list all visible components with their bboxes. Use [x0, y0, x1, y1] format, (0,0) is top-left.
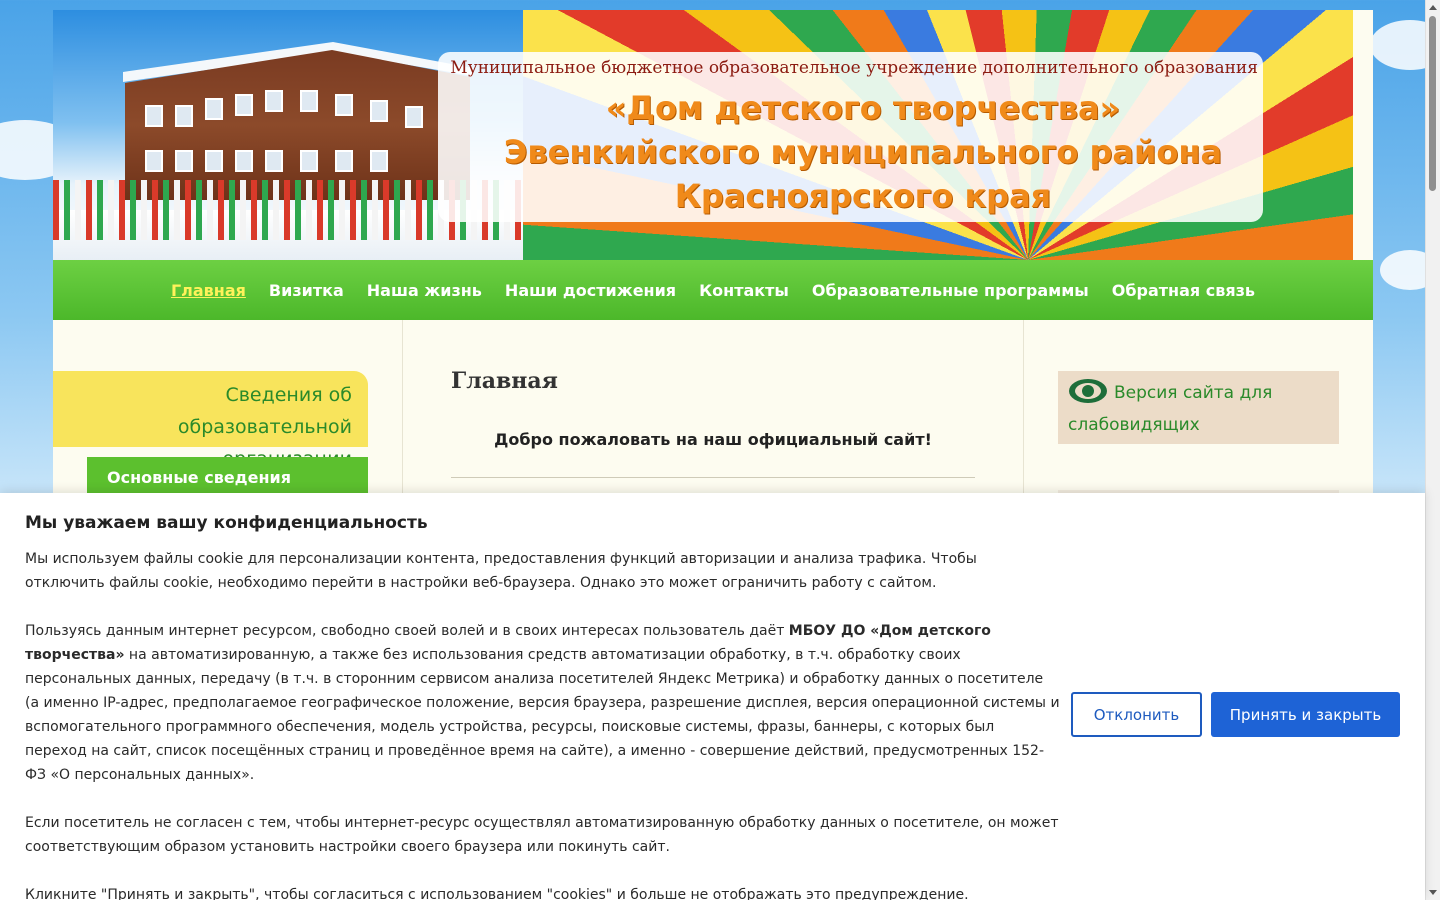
nav-item-home[interactable]: Главная: [171, 281, 246, 300]
welcome-text: Добро пожаловать на наш официальный сайт…: [494, 430, 932, 449]
main-nav: Главная Визитка Наша жизнь Наши достижен…: [53, 260, 1373, 320]
cookie-paragraph-2: Пользуясь данным интернет ресурсом, своб…: [25, 619, 1060, 787]
cookie-title: Мы уважаем вашу конфиденциальность: [25, 513, 428, 533]
nav-item-about[interactable]: Визитка: [269, 281, 344, 300]
sidebar-heading[interactable]: Сведения об образовательной организации: [53, 371, 368, 470]
cookie-body: Мы используем файлы cookie для персонали…: [25, 547, 1060, 900]
cookie-paragraph-2-start: Пользуясь данным интернет ресурсом, своб…: [25, 623, 789, 639]
page-title: Главная: [451, 368, 558, 394]
scroll-thumb[interactable]: [1429, 16, 1436, 191]
nav-item-contacts[interactable]: Контакты: [699, 281, 789, 300]
accept-close-button[interactable]: Принять и закрыть: [1211, 692, 1400, 737]
scroll-up-icon[interactable]: [1429, 5, 1437, 10]
cookie-paragraph-1: Мы используем файлы cookie для персонали…: [25, 551, 977, 591]
cookie-paragraph-4: Кликните "Принять и закрыть", чтобы согл…: [25, 887, 969, 900]
cookie-paragraph-2-end: на автоматизированную, а также без испол…: [25, 647, 1060, 783]
cookie-paragraph-3: Если посетитель не согласен с тем, чтобы…: [25, 815, 1059, 855]
nav-item-programs[interactable]: Образовательные программы: [812, 281, 1089, 300]
org-title: «Дом детского творчества» Эвенкийского м…: [473, 86, 1253, 218]
org-title-line-2: Эвенкийского муниципального района: [503, 133, 1223, 171]
cookie-consent-banner: Мы уважаем вашу конфиденциальность Мы ис…: [0, 493, 1425, 900]
accessibility-version-link[interactable]: Версия сайта для слабовидящих: [1058, 371, 1339, 444]
org-subtitle: Муниципальное бюджетное образовательное …: [450, 58, 1258, 78]
nav-item-feedback[interactable]: Обратная связь: [1112, 281, 1255, 300]
eye-icon: [1069, 379, 1107, 403]
org-title-line-3: Красноярского края: [674, 177, 1052, 215]
scroll-down-icon[interactable]: [1429, 890, 1437, 895]
nav-item-our-life[interactable]: Наша жизнь: [367, 281, 482, 300]
header-banner: Муниципальное бюджетное образовательное …: [53, 10, 1353, 260]
org-title-line-1: «Дом детского творчества»: [605, 89, 1121, 127]
nav-item-achievements[interactable]: Наши достижения: [505, 281, 676, 300]
decline-button[interactable]: Отклонить: [1071, 692, 1202, 737]
divider: [451, 477, 975, 478]
page-scrollbar[interactable]: [1425, 0, 1440, 900]
